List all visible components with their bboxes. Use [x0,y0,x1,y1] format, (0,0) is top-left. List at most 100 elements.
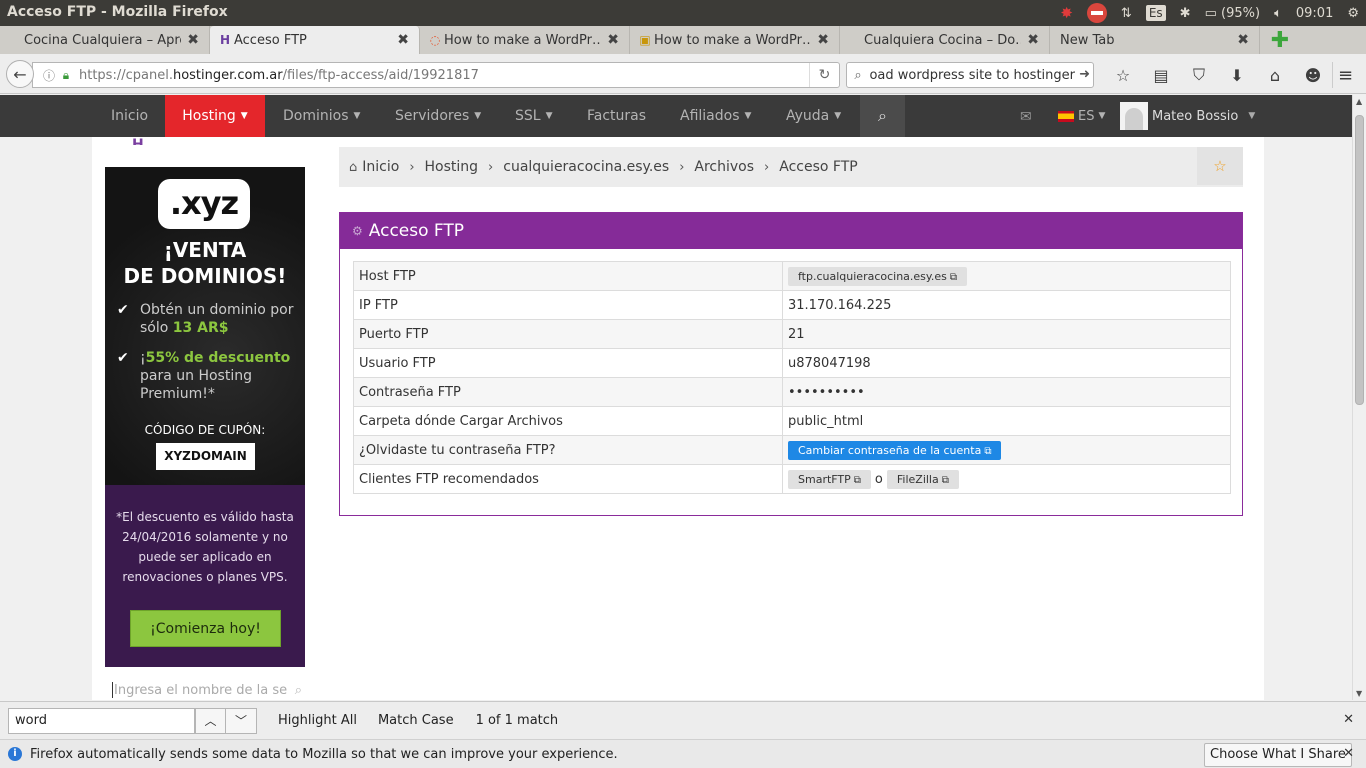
tab-close-icon[interactable]: ✖ [1027,32,1039,48]
scrollbar-thumb[interactable] [1355,115,1364,405]
row-value: 21 [782,319,1231,349]
power-icon[interactable]: ⚙ [1340,0,1366,26]
tab-acceso-ftp[interactable]: H Acceso FTP ✖ [210,26,420,54]
table-row: IP FTP 31.170.164.225 [353,290,1231,320]
match-case-toggle[interactable]: Match Case [378,713,454,728]
row-label: Clientes FTP recomendados [353,464,783,494]
hamburger-menu-icon[interactable]: ≡ [1332,62,1358,88]
home-icon[interactable]: ⌂ [1256,62,1294,88]
page-scrollbar[interactable]: ▲ ▼ [1352,95,1366,700]
hello-chat-icon[interactable]: ☻ [1294,62,1332,88]
start-today-button[interactable]: ¡Comienza hoy! [130,610,281,647]
tab-close-icon[interactable]: ✖ [187,32,199,48]
language-selector[interactable]: ES ▼ [1058,95,1105,137]
reload-icon[interactable]: ↻ [809,63,839,87]
keyboard-layout-indicator[interactable]: Es [1139,0,1173,26]
new-tab-button[interactable]: ✚ [1260,26,1300,54]
user-menu[interactable]: Mateo Bossio ▼ [1120,95,1255,137]
filezilla-button[interactable]: FileZilla ⧉ [886,469,959,489]
site-favicon-icon: ▣ [639,33,651,47]
tab-cualquiera-cocina[interactable]: Cualquiera Cocina – Do… ✖ [840,26,1050,54]
breadcrumb-domain[interactable]: cualquieracocina.esy.es [503,159,669,175]
tab-how-to-make-wordpress-2[interactable]: ▣ How to make a WordPr… ✖ [630,26,840,54]
mail-icon[interactable]: ✉ [1020,109,1032,125]
nav-servidores[interactable]: Servidores ▼ [395,95,481,137]
tab-new-tab[interactable]: New Tab ✖ [1050,26,1260,54]
system-tray: ✸ ⇅ Es ✱ ▭ (95%) 🔈︎ 09:01 ⚙ [1053,0,1366,26]
volume-icon[interactable]: 🔈︎ [1267,0,1289,26]
nav-ayuda[interactable]: Ayuda ▼ [786,95,841,137]
breadcrumb-acceso-ftp: Acceso FTP [779,159,858,175]
search-bar[interactable]: ⌕ upload wordpress site to hostinger ➜ [846,62,1094,88]
choose-what-i-share-button[interactable]: Choose What I Share [1204,743,1352,767]
search-go-icon[interactable]: ➜ [1079,67,1090,82]
url-text[interactable]: https://cpanel.hostinger.com.ar/files/ft… [79,68,479,83]
nav-ssl[interactable]: SSL ▼ [515,95,553,137]
row-value: 31.170.164.225 [782,290,1231,320]
hostinger-logo[interactable]: H [132,137,172,145]
navigation-toolbar: ⓘ 🔒︎ https://cpanel.hostinger.com.ar/fil… [0,54,1366,94]
download-icon[interactable]: ⬇ [1218,62,1256,88]
network-icon[interactable]: ⇅ [1114,0,1139,26]
nav-afiliados[interactable]: Afiliados ▼ [680,95,751,137]
indicator-icon[interactable]: ✸ [1053,0,1080,26]
table-row: ¿Olvidaste tu contraseña FTP? Cambiar co… [353,435,1231,465]
scroll-up-icon[interactable]: ▲ [1356,97,1362,106]
breadcrumb-hosting[interactable]: Hosting [425,159,479,175]
find-next-button[interactable]: ﹀ [226,707,257,734]
close-icon[interactable]: ✕ [1343,712,1354,727]
ftp-host-button[interactable]: ftp.cualquieracocina.esy.es ⧉ [788,266,967,286]
tab-close-icon[interactable]: ✖ [817,32,829,48]
back-button[interactable]: ← [6,60,34,88]
stop-icon[interactable] [1080,0,1114,26]
tab-cocina-cualquiera[interactable]: Cocina Cualquiera – Apren… ✖ [0,26,210,54]
os-title-bar: Acceso FTP - Mozilla Firefox ✸ ⇅ Es ✱ ▭ … [0,0,1366,26]
find-previous-button[interactable]: ︿ [195,707,226,734]
favorite-star-icon[interactable]: ☆ [1197,147,1243,185]
domain-sale-banner[interactable]: .xyz ¡VENTA DE DOMINIOS! ✔ Obtén un domi… [105,167,305,667]
find-input[interactable]: word [8,707,195,734]
check-icon: ✔ [117,350,129,366]
notification-bar: i Firefox automatically sends some data … [0,739,1366,768]
tab-close-icon[interactable]: ✖ [607,32,619,48]
chevron-down-icon: ▼ [834,111,842,121]
breadcrumb-inicio[interactable]: ⌂ Inicio [349,159,399,175]
find-bar: word ︿ ﹀ Highlight All Match Case 1 of 1… [0,701,1366,739]
chevron-down-icon: ▼ [545,111,553,121]
pocket-icon[interactable]: ⛉ [1180,62,1218,88]
info-icon: i [8,747,22,761]
highlight-all-toggle[interactable]: Highlight All [278,713,357,728]
row-label: Contraseña FTP [353,377,783,407]
chevron-right-icon: › [488,159,494,175]
breadcrumb-archivos[interactable]: Archivos [694,159,754,175]
nav-dominios[interactable]: Dominios ▼ [283,95,360,137]
nav-facturas[interactable]: Facturas [587,95,646,137]
change-password-button[interactable]: Cambiar contraseña de la cuenta ⧉ [788,440,1002,460]
scroll-down-icon[interactable]: ▼ [1356,689,1362,698]
reading-list-icon[interactable]: ▤ [1142,62,1180,88]
info-icon[interactable]: ⓘ [39,67,59,84]
tab-close-icon[interactable]: ✖ [397,32,409,48]
bookmark-star-icon[interactable]: ☆ [1104,62,1142,88]
bluetooth-icon[interactable]: ✱ [1173,0,1198,26]
ftp-details-table: Host FTP ftp.cualquieracocina.esy.es ⧉ IP… [353,261,1231,494]
chevron-down-icon: ▼ [240,111,248,121]
search-input[interactable]: upload wordpress site to hostinger [869,68,1093,83]
smartftp-button[interactable]: SmartFTP ⧉ [788,469,871,489]
search-icon[interactable]: ⌕ [295,683,302,698]
site-search-icon[interactable]: ⌕ [860,95,905,137]
nav-hosting[interactable]: Hosting ▼ [165,95,265,137]
battery-icon: ▭ [1204,5,1217,21]
clock[interactable]: 09:01 [1289,0,1340,26]
domain-search-input[interactable]: Ingresa el nombre de la se ⌕ [112,680,302,700]
close-icon[interactable]: ✕ [1343,746,1354,761]
spain-flag-icon [1058,110,1074,122]
nav-inicio[interactable]: Inicio [111,95,148,137]
battery-indicator[interactable]: ▭ (95%) [1198,0,1267,26]
tab-close-icon[interactable]: ✖ [1237,32,1249,48]
url-bar[interactable]: ⓘ 🔒︎ https://cpanel.hostinger.com.ar/fil… [32,62,840,88]
toolbar-icons: ☆ ▤ ⛉ ⬇ ⌂ ☻ [1104,62,1332,88]
row-label: Host FTP [353,261,783,291]
check-icon: ✔ [117,302,129,318]
tab-how-to-make-wordpress-1[interactable]: ◌ How to make a WordPr… ✖ [420,26,630,54]
